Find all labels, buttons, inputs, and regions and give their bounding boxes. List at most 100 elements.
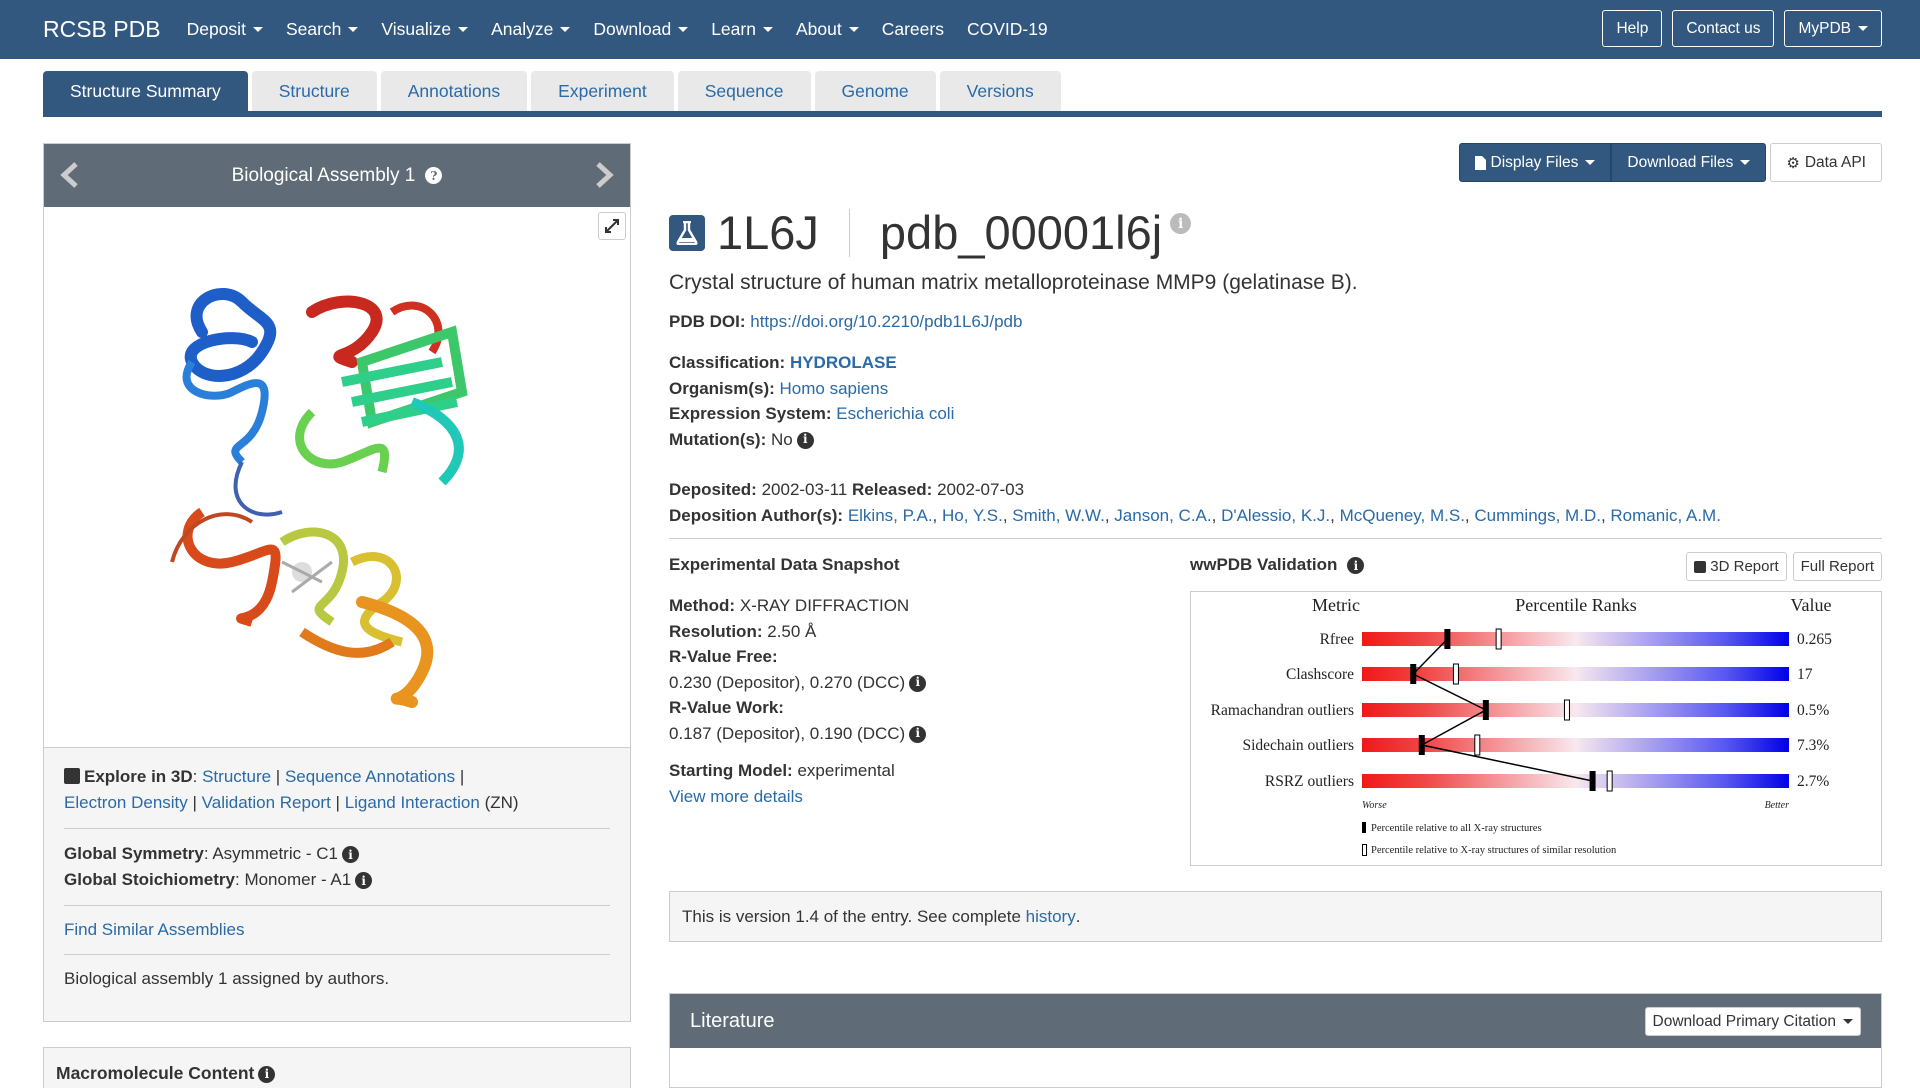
chevron-right-icon[interactable]	[590, 162, 616, 188]
percentile-bar	[1362, 738, 1789, 752]
nav-learn-label: Learn	[711, 19, 756, 39]
nav-learn[interactable]: Learn	[711, 19, 773, 40]
help-icon[interactable]: ?	[425, 167, 443, 184]
find-similar-assemblies-link[interactable]: Find Similar Assemblies	[64, 920, 244, 939]
info-icon[interactable]: i	[355, 872, 373, 890]
tab-versions[interactable]: Versions	[939, 71, 1061, 111]
mutation-value: No	[771, 429, 793, 449]
author-link[interactable]: Cummings, M.D.	[1474, 506, 1601, 525]
doi-label: PDB DOI:	[669, 312, 746, 331]
chevron-down-icon	[252, 27, 263, 32]
nav-covid[interactable]: COVID-19	[967, 19, 1048, 40]
nav-deposit[interactable]: Deposit	[187, 19, 263, 40]
chevron-down-icon	[1585, 160, 1596, 165]
percentile-similar-marker	[1452, 663, 1459, 685]
chevron-down-icon	[1740, 160, 1751, 165]
brand-logo[interactable]: RCSB PDB	[43, 16, 161, 43]
full-report-button[interactable]: Full Report	[1792, 552, 1882, 581]
classification-link[interactable]: HYDROLASE	[790, 353, 897, 372]
history-link[interactable]: history	[1026, 907, 1076, 927]
author-link[interactable]: Smith, W.W.	[1012, 506, 1105, 525]
nav-search-label: Search	[285, 19, 342, 39]
divider	[848, 208, 850, 257]
deposited-date: 2002-03-11	[761, 480, 848, 499]
macromolecule-panel: Macromolecule Content i	[43, 1047, 631, 1088]
display-files-button[interactable]: Display Files	[1458, 143, 1612, 182]
mypdb-label: MyPDB	[1798, 19, 1851, 37]
assigned-note: Biological assembly 1 assigned by author…	[64, 969, 390, 988]
chevron-down-icon	[560, 27, 571, 32]
validation-buttons: 3D Report Full Report	[1686, 552, 1882, 581]
author-link[interactable]: D'Alessio, K.J.	[1221, 506, 1330, 525]
protein-ribbon-image	[170, 287, 468, 708]
data-api-button[interactable]: ⚙ Data API	[1770, 143, 1882, 182]
author-link[interactable]: McQueney, M.S.	[1340, 506, 1465, 525]
info-icon[interactable]: i	[1170, 213, 1192, 234]
symmetry-section: Global Symmetry: Asymmetric - C1 i Global…	[44, 829, 630, 893]
nav-download[interactable]: Download	[593, 19, 689, 40]
tab-experiment[interactable]: Experiment	[531, 71, 674, 111]
info-icon[interactable]: i	[258, 1065, 276, 1083]
nav-careers[interactable]: Careers	[882, 19, 944, 40]
expression-link[interactable]: Escherichia coli	[836, 404, 954, 423]
classification-label: Classification:	[669, 353, 786, 372]
tab-genome[interactable]: Genome	[814, 71, 936, 111]
resolution-value: 2.50 Å	[767, 621, 817, 641]
percentile-all-marker	[1444, 629, 1451, 649]
top-navbar: RCSB PDB Deposit Search Visualize Analyz…	[0, 0, 1920, 59]
view-more-details-link[interactable]: View more details	[669, 787, 803, 806]
author-link[interactable]: Elkins, P.A.	[848, 506, 933, 525]
doi-link[interactable]: https://doi.org/10.2210/pdb1L6J/pdb	[750, 312, 1022, 331]
page-tabs: Structure Summary Structure Annotations …	[43, 71, 1061, 111]
tab-structure[interactable]: Structure	[251, 71, 377, 111]
method-value: X-RAY DIFFRACTION	[739, 596, 910, 615]
literature-panel: Literature Download Primary Citation	[669, 993, 1882, 1088]
starting-model-label: Starting Model:	[669, 761, 793, 780]
tab-structure-summary[interactable]: Structure Summary	[43, 71, 248, 111]
info-icon[interactable]: i	[909, 674, 927, 692]
metric-name: Clashscore	[1286, 666, 1354, 683]
explore-electron-density-link[interactable]: Electron Density	[64, 793, 188, 812]
rfree-value: 0.230 (Depositor), 0.270 (DCC)	[669, 672, 906, 692]
explore-structure-link[interactable]: Structure	[202, 767, 271, 786]
explore-sequence-annotations-link[interactable]: Sequence Annotations	[285, 767, 455, 786]
metric-value: 17	[1797, 666, 1813, 683]
contact-button[interactable]: Contact us	[1672, 10, 1775, 47]
mypdb-button[interactable]: MyPDB	[1784, 10, 1882, 47]
3d-report-button[interactable]: 3D Report	[1686, 552, 1787, 581]
info-icon[interactable]: i	[909, 725, 927, 743]
download-files-button[interactable]: Download Files	[1611, 143, 1767, 182]
tab-sequence[interactable]: Sequence	[677, 71, 811, 111]
nav-about[interactable]: About	[796, 19, 859, 40]
info-icon[interactable]: i	[1347, 557, 1365, 575]
explore-ligand-interaction-link[interactable]: Ligand Interaction	[345, 793, 480, 812]
explore-validation-report-link[interactable]: Validation Report	[202, 793, 331, 812]
validation-slider[interactable]: Metric Percentile Ranks Value Rfree 0.265…	[1190, 591, 1882, 866]
info-icon[interactable]: i	[341, 846, 359, 864]
info-icon[interactable]: i	[796, 431, 814, 449]
assembly-panel: Biological Assembly 1 ? Explore in 3D: S…	[43, 143, 631, 1022]
author-link[interactable]: Romanic, A.M.	[1610, 506, 1721, 525]
nav-search[interactable]: Search	[285, 19, 359, 40]
expand-icon[interactable]	[598, 212, 626, 240]
percentile-bar	[1362, 632, 1789, 646]
percentile-similar-marker	[1495, 628, 1502, 650]
percentile-similar-marker	[1606, 770, 1613, 792]
organism-link[interactable]: Homo sapiens	[780, 379, 889, 398]
author-link[interactable]: Janson, C.A.	[1114, 506, 1211, 525]
literature-header: Literature Download Primary Citation	[670, 994, 1881, 1048]
chevron-left-icon[interactable]	[58, 162, 84, 188]
percentile-bar	[1362, 703, 1789, 717]
tab-annotations[interactable]: Annotations	[380, 71, 528, 111]
author-link[interactable]: Ho, Y.S.	[942, 506, 1003, 525]
nav-visualize[interactable]: Visualize	[381, 19, 469, 40]
nav-analyze[interactable]: Analyze	[491, 19, 571, 40]
help-button[interactable]: Help	[1602, 10, 1663, 47]
resolution-label: Resolution:	[669, 621, 763, 641]
download-citation-button[interactable]: Download Primary Citation	[1644, 1007, 1861, 1036]
download-citation-label: Download Primary Citation	[1652, 1012, 1837, 1030]
chevron-down-icon	[348, 27, 359, 32]
mutation-label: Mutation(s):	[669, 429, 767, 449]
metric-name: Rfree	[1320, 631, 1355, 648]
structure-viewer[interactable]	[44, 207, 630, 748]
